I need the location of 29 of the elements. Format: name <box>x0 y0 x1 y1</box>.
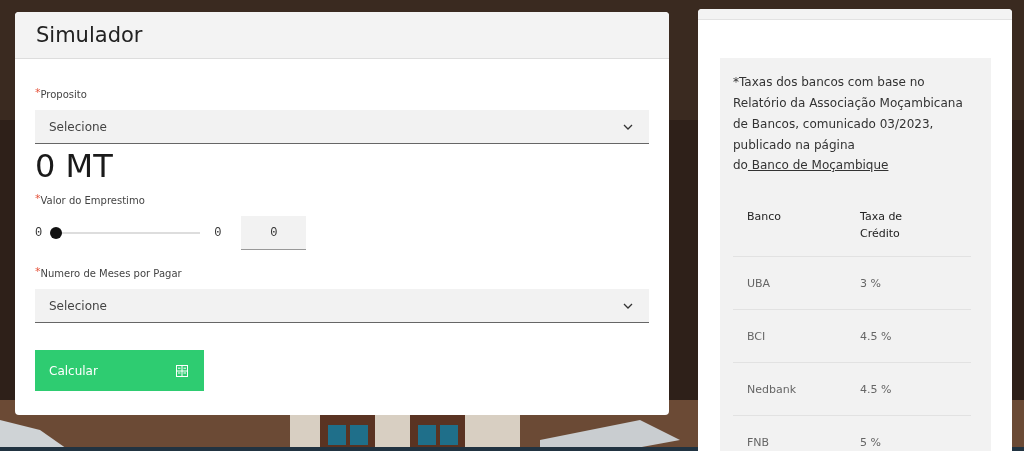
amount-text: 0 MT <box>35 147 114 185</box>
amount-input[interactable]: 0 <box>241 216 307 250</box>
slider-min-label: 0 <box>35 226 43 240</box>
column-header: Banco <box>747 209 783 225</box>
purpose-select[interactable]: Selecione <box>35 110 649 144</box>
bank-link[interactable]: Banco de Moçambique <box>747 158 889 173</box>
chevron-down-icon <box>623 123 633 130</box>
months-select[interactable]: Selecione <box>35 289 649 323</box>
field-label: Numero de Meses por Pagar <box>40 268 182 279</box>
table-cell-text: 4.5 % <box>860 329 893 343</box>
chevron-down-icon <box>623 302 633 309</box>
field-label: Proposito <box>40 89 87 100</box>
table-cell-text: 4.5 % <box>860 382 893 396</box>
required-mark: * <box>35 89 41 97</box>
table-cell-text: FNB <box>747 435 771 449</box>
field-label: Valor do Emprestimo <box>40 195 145 206</box>
table-cell-text: 5 % <box>860 435 882 449</box>
column-header: Taxa de Crédito <box>860 209 904 242</box>
table-cell-text: BCI <box>747 329 767 343</box>
calculator-icon <box>176 364 188 377</box>
rates-note: *Taxas dos bancos com base no Relatório da Associação Moçambicana de Bancos, comunicado 03/2023, publicado na página do Banco de Moçambique <box>733 74 964 175</box>
required-mark: * <box>35 195 41 203</box>
required-mark: * <box>35 268 41 276</box>
slider-thumb[interactable] <box>50 227 63 239</box>
table-cell-text: Nedbank <box>747 382 798 396</box>
card-title: Simulador <box>15 12 669 59</box>
table-cell-text: UBA <box>747 276 772 290</box>
slider-max-label: 0 <box>214 226 222 240</box>
table-cell-text: 3 % <box>860 276 882 290</box>
